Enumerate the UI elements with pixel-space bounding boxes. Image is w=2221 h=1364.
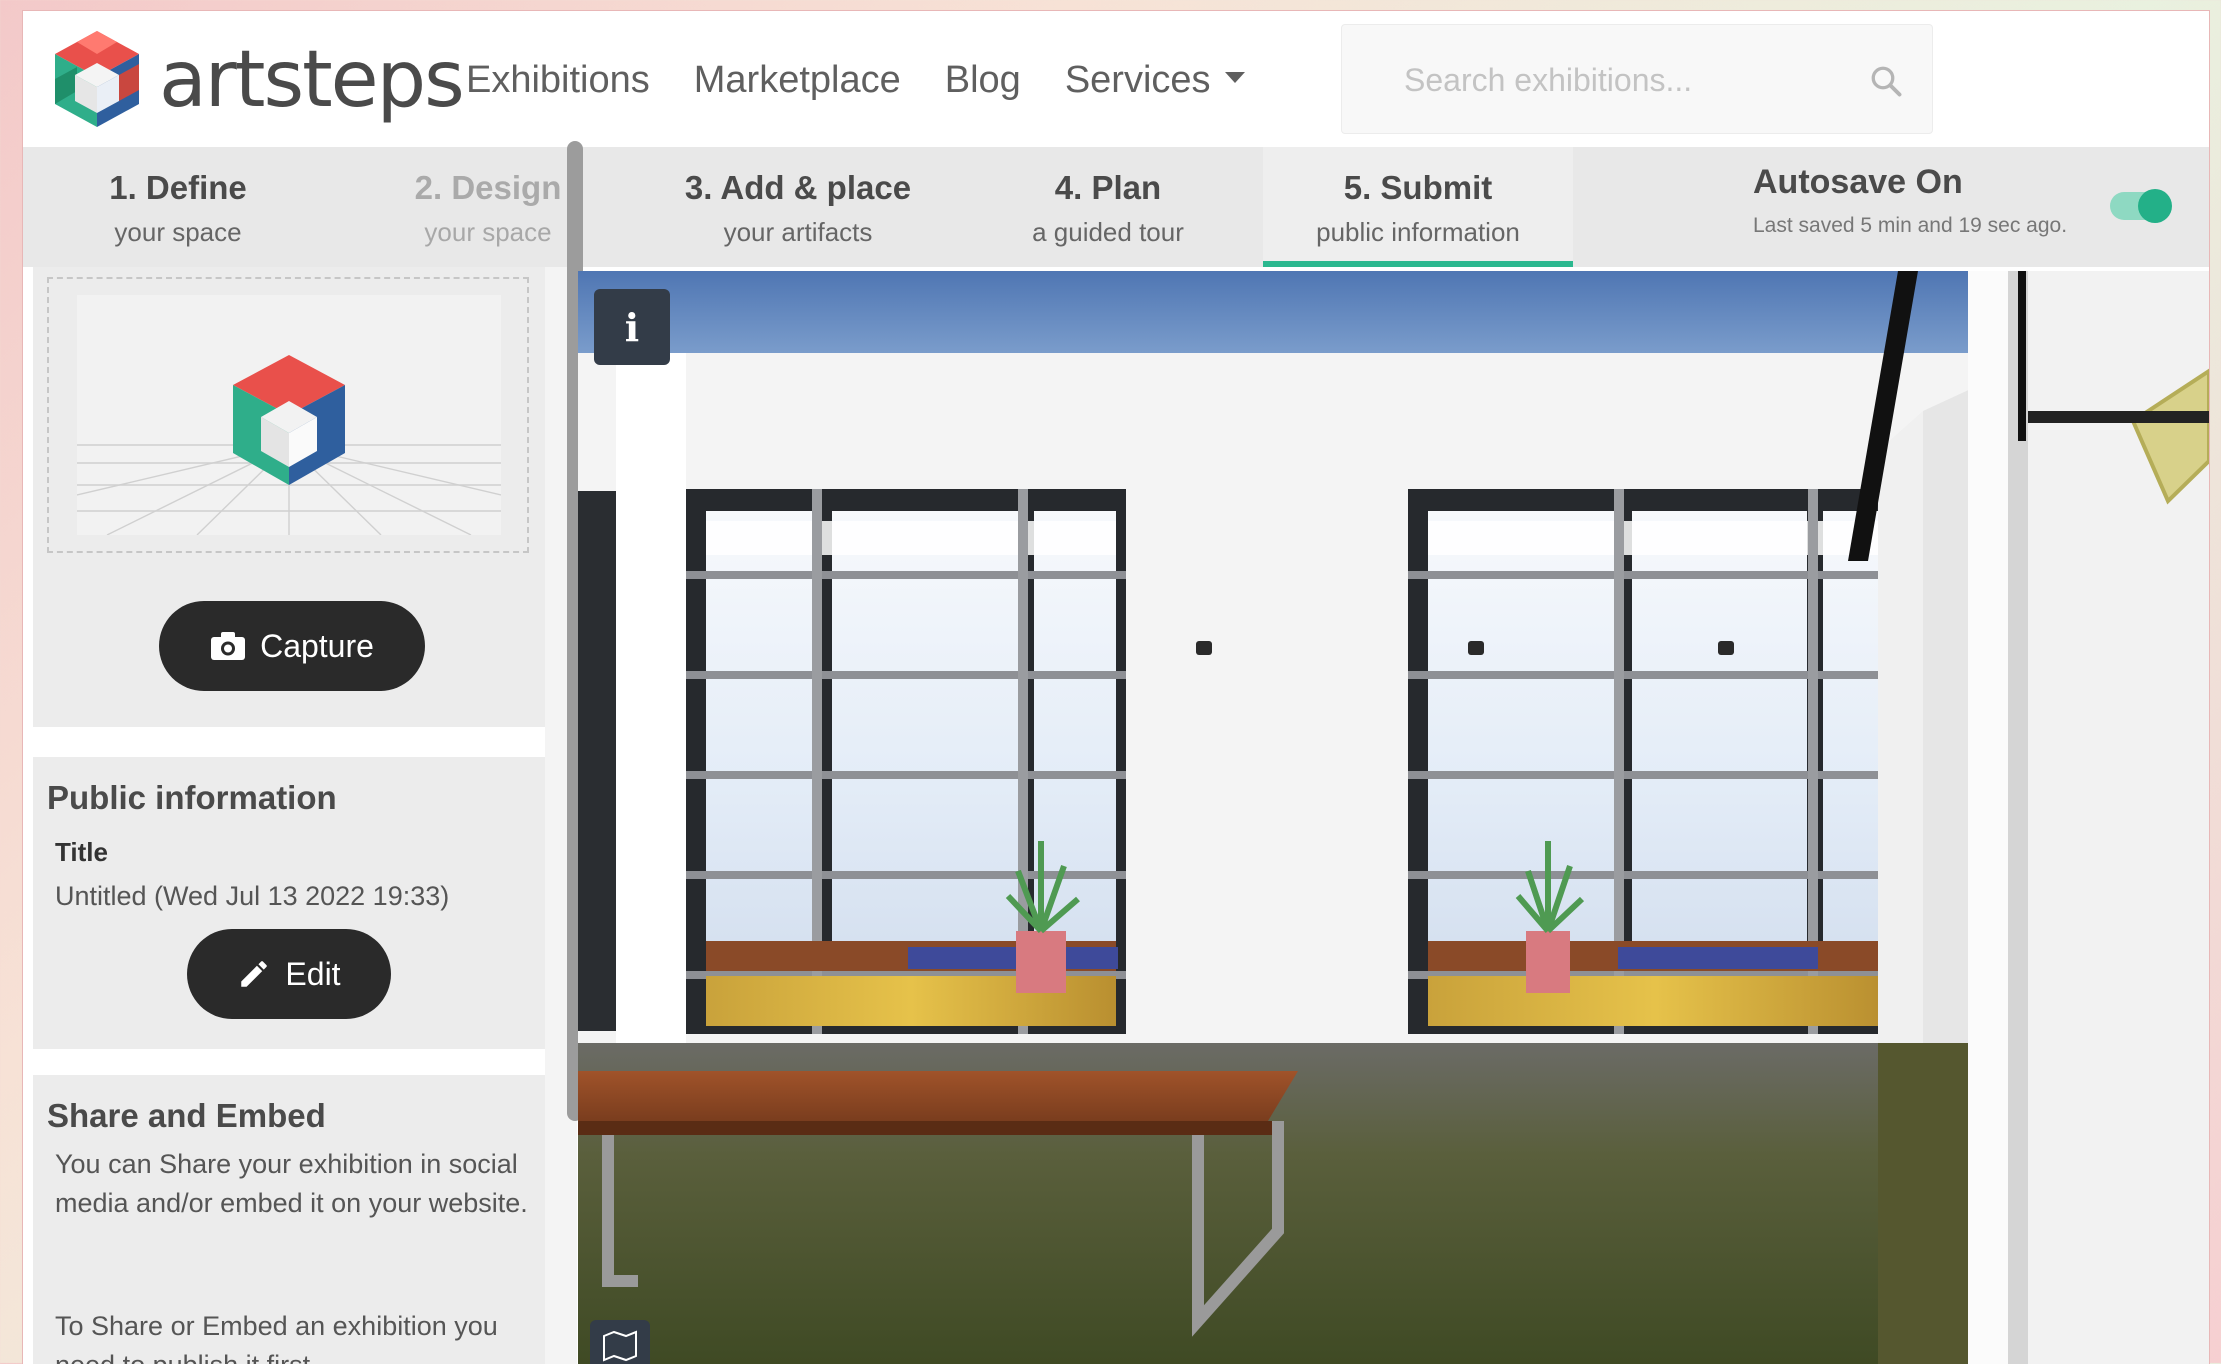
nav-services[interactable]: Services <box>1065 59 1245 102</box>
title-label: Title <box>55 837 108 867</box>
share-embed-heading: Share and Embed <box>47 1097 326 1134</box>
step-design[interactable]: 2. Design your space <box>333 147 643 267</box>
capture-button[interactable]: Capture <box>159 601 425 691</box>
step-define[interactable]: 1. Define your space <box>23 147 333 267</box>
nav-marketplace[interactable]: Marketplace <box>694 59 901 102</box>
public-info-heading: Public information <box>47 779 337 816</box>
step-title: 2. Design <box>414 169 562 206</box>
artsteps-logo-icon <box>55 31 139 127</box>
autosave-title: Autosave On <box>1753 163 1963 201</box>
app-window: artsteps Exhibitions Marketplace Blog Se… <box>22 10 2210 1364</box>
search-icon[interactable] <box>1868 63 1904 99</box>
public-info-panel: Public information Title Untitled (Wed J… <box>33 757 545 1049</box>
camera-icon <box>211 632 246 660</box>
search-input[interactable] <box>1402 55 1846 105</box>
3d-viewport[interactable]: i <box>578 271 2209 1364</box>
map-icon <box>603 1330 637 1362</box>
autosave-last-saved: Last saved 5 min and 19 sec ago. <box>1753 214 2068 237</box>
step-subtitle: a guided tour <box>1032 217 1184 247</box>
thumbnail-panel: Capture <box>33 267 545 727</box>
step-plan[interactable]: 4. Plan a guided tour <box>953 147 1263 267</box>
nav-services-label: Services <box>1064 59 1211 101</box>
toggle-knob <box>2138 189 2172 223</box>
step-title: 1. Define <box>109 169 247 206</box>
info-button[interactable]: i <box>594 289 670 365</box>
sidebar: Capture Public information Title Untitle… <box>23 267 577 1364</box>
step-submit[interactable]: 5. Submit public information <box>1263 147 1573 267</box>
share-embed-panel: Share and Embed You can Share your exhib… <box>33 1075 545 1364</box>
step-title: 3. Add & place <box>684 169 912 206</box>
artsteps-logo[interactable]: artsteps <box>47 25 465 135</box>
gallery-3d-scene <box>578 271 2209 1364</box>
caret-down-icon <box>1224 72 1245 84</box>
search-box <box>1341 24 1933 134</box>
step-bar: 1. Define your space 2. Design your spac… <box>23 147 2209 267</box>
step-title: 5. Submit <box>1343 169 1493 206</box>
step-add-place[interactable]: 3. Add & place your artifacts <box>643 147 953 267</box>
step-subtitle: public information <box>1316 217 1520 247</box>
capture-button-label: Capture <box>260 627 374 664</box>
thumbnail-placeholder-image <box>76 355 502 536</box>
share-embed-description: You can Share your exhibition in social … <box>55 1149 528 1218</box>
main-nav: Exhibitions Marketplace Blog Services <box>466 59 1245 102</box>
step-subtitle: your space <box>424 217 552 247</box>
logo-text: artsteps <box>159 35 465 125</box>
minimap-button[interactable] <box>590 1320 650 1364</box>
autosave-toggle[interactable] <box>2110 189 2172 223</box>
step-subtitle: your space <box>114 217 242 247</box>
edit-button-label: Edit <box>285 955 341 992</box>
step-subtitle: your artifacts <box>723 217 873 247</box>
thumbnail-preview <box>76 295 502 536</box>
top-header: artsteps Exhibitions Marketplace Blog Se… <box>23 11 2209 147</box>
pencil-icon <box>241 961 268 987</box>
step-title: 4. Plan <box>1054 169 1162 206</box>
nav-blog[interactable]: Blog <box>945 59 1021 102</box>
nav-exhibitions[interactable]: Exhibitions <box>466 59 650 102</box>
edit-button[interactable]: Edit <box>187 929 391 1019</box>
title-value: Untitled (Wed Jul 13 2022 19:33) <box>55 881 450 911</box>
autosave-status: Autosave On Last saved 5 min and 19 sec … <box>1753 163 2067 238</box>
share-embed-notice: To Share or Embed an exhibition you need… <box>55 1311 498 1364</box>
thumbnail-dropzone <box>47 277 529 553</box>
